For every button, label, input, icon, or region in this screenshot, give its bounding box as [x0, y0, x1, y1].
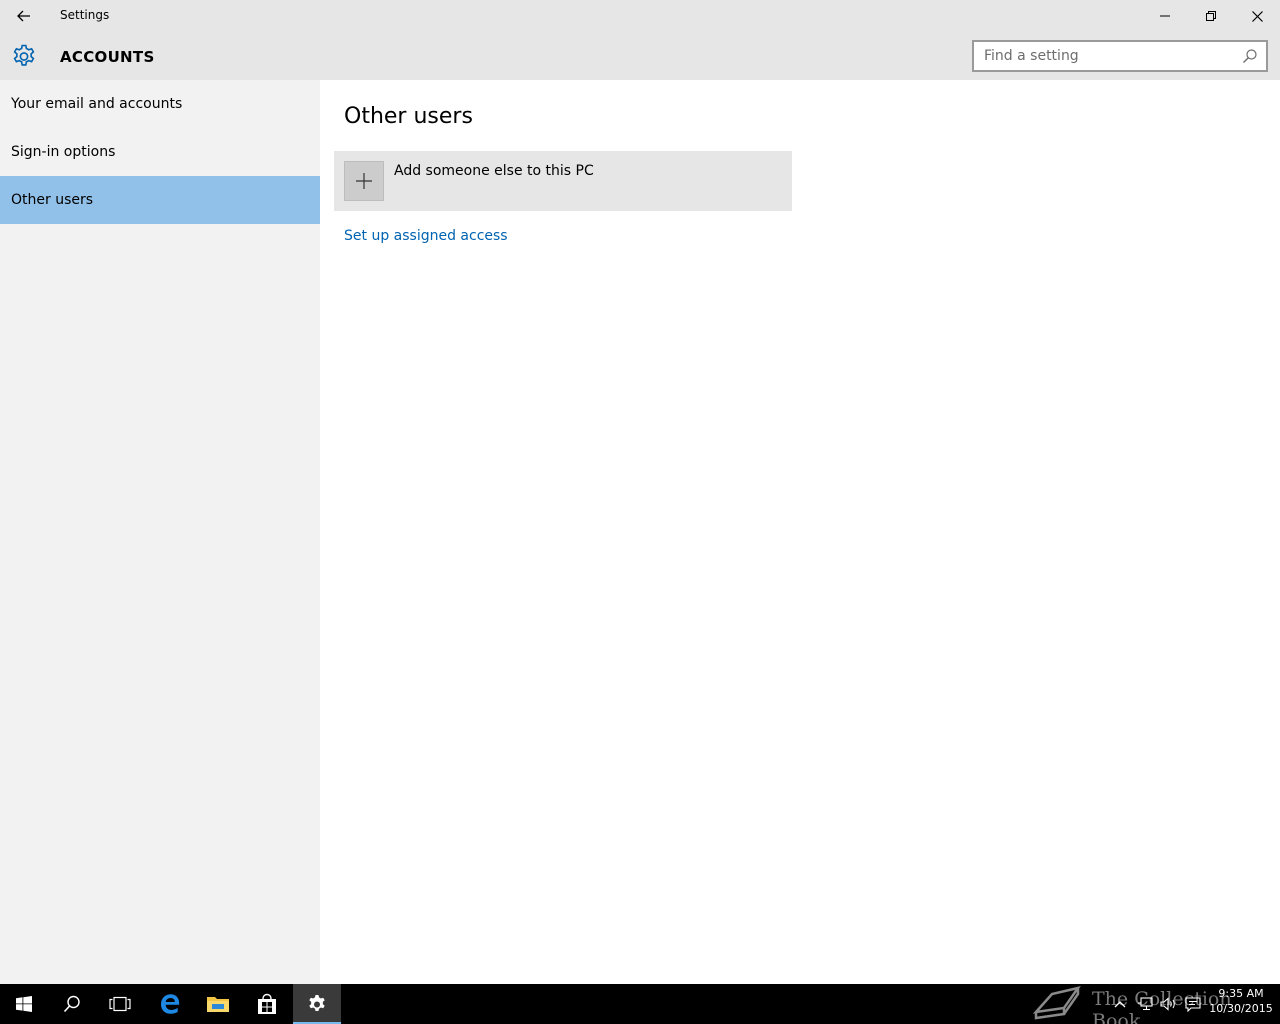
search-box[interactable]: [972, 40, 1268, 72]
show-hidden-icons-button[interactable]: [1110, 984, 1130, 1024]
edge-taskbar-button[interactable]: [146, 984, 194, 1024]
main-content: Other users Add someone else to this PC …: [320, 80, 1280, 984]
action-center-icon: [1185, 996, 1201, 1012]
sidebar-item-label: Sign-in options: [11, 144, 116, 160]
gear-icon: [309, 995, 325, 1011]
file-explorer-taskbar-button[interactable]: [194, 984, 242, 1024]
section-title: ACCOUNTS: [60, 48, 155, 66]
store-taskbar-button[interactable]: [243, 984, 291, 1024]
volume-button[interactable]: [1158, 984, 1180, 1024]
restore-icon: [1206, 11, 1216, 21]
search-icon[interactable]: [1242, 48, 1258, 64]
task-view-button[interactable]: [96, 984, 144, 1024]
windows-start-icon: [16, 996, 32, 1012]
restore-button[interactable]: [1188, 0, 1234, 32]
title-bar: Settings: [0, 0, 1280, 32]
gear-icon: [13, 44, 35, 66]
sidebar-item-email-accounts[interactable]: Your email and accounts: [0, 80, 320, 128]
minimize-icon: [1160, 15, 1170, 17]
file-explorer-icon: [207, 997, 229, 1012]
network-icon: [1138, 997, 1153, 1011]
settings-taskbar-button[interactable]: [293, 984, 341, 1024]
task-view-icon: [109, 996, 131, 1012]
window-title: Settings: [60, 8, 110, 22]
plus-tile: [344, 161, 384, 201]
search-input[interactable]: [984, 42, 1234, 70]
minimize-button[interactable]: [1142, 0, 1188, 32]
page-title: Other users: [344, 104, 473, 129]
back-arrow-icon: [17, 10, 30, 22]
add-someone-button[interactable]: Add someone else to this PC: [334, 151, 792, 211]
sidebar-item-label: Your email and accounts: [11, 96, 183, 112]
chevron-up-icon: [1114, 1001, 1126, 1008]
store-icon: [258, 993, 276, 1014]
action-center-button[interactable]: [1182, 984, 1204, 1024]
plus-icon: [356, 173, 372, 189]
clock-time: 9:35 AM: [1218, 987, 1264, 1000]
start-button[interactable]: [0, 984, 48, 1024]
close-button[interactable]: [1234, 0, 1280, 32]
taskbar-search-button[interactable]: [48, 984, 96, 1024]
taskbar: [0, 984, 1280, 1024]
edge-browser-icon: [161, 994, 180, 1014]
search-icon: [63, 995, 80, 1013]
add-someone-label: Add someone else to this PC: [394, 163, 594, 179]
sidebar-item-other-users[interactable]: Other users: [0, 176, 320, 224]
sidebar: Your email and accounts Sign-in options …: [0, 80, 320, 984]
clock-date: 10/30/2015: [1209, 1002, 1273, 1015]
volume-icon: [1160, 997, 1175, 1011]
assigned-access-link[interactable]: Set up assigned access: [344, 228, 508, 244]
close-icon: [1251, 10, 1263, 22]
back-button[interactable]: [0, 0, 48, 32]
settings-header: ACCOUNTS: [0, 32, 1280, 80]
taskbar-clock[interactable]: 9:35 AM 10/30/2015: [1206, 986, 1276, 1016]
sidebar-item-sign-in-options[interactable]: Sign-in options: [0, 128, 320, 176]
network-button[interactable]: [1134, 984, 1156, 1024]
sidebar-item-label: Other users: [11, 192, 94, 208]
